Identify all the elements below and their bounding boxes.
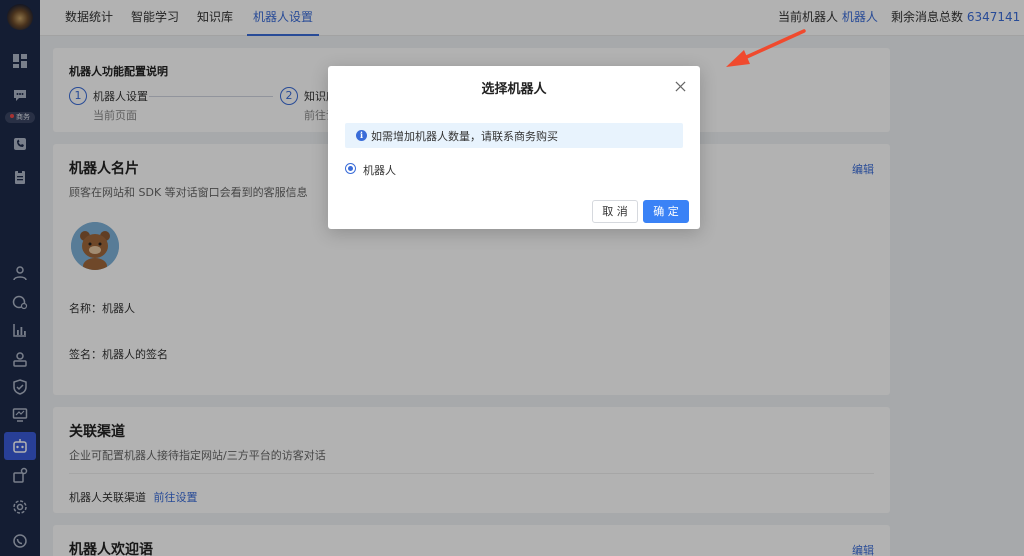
info-icon: i — [356, 130, 367, 141]
robot-option-label[interactable]: 机器人 — [363, 162, 396, 178]
robot-radio[interactable] — [345, 163, 356, 174]
select-robot-modal: 选择机器人 i 如需增加机器人数量，请联系商务购买 机器人 取 消 确 定 — [328, 66, 700, 229]
close-icon[interactable] — [672, 78, 688, 94]
confirm-button[interactable]: 确 定 — [643, 200, 689, 223]
cancel-button[interactable]: 取 消 — [592, 200, 638, 223]
annotation-arrow — [726, 29, 806, 67]
modal-title: 选择机器人 — [481, 82, 547, 97]
info-text: 如需增加机器人数量，请联系商务购买 — [371, 130, 558, 143]
info-banner: i 如需增加机器人数量，请联系商务购买 — [345, 123, 683, 148]
